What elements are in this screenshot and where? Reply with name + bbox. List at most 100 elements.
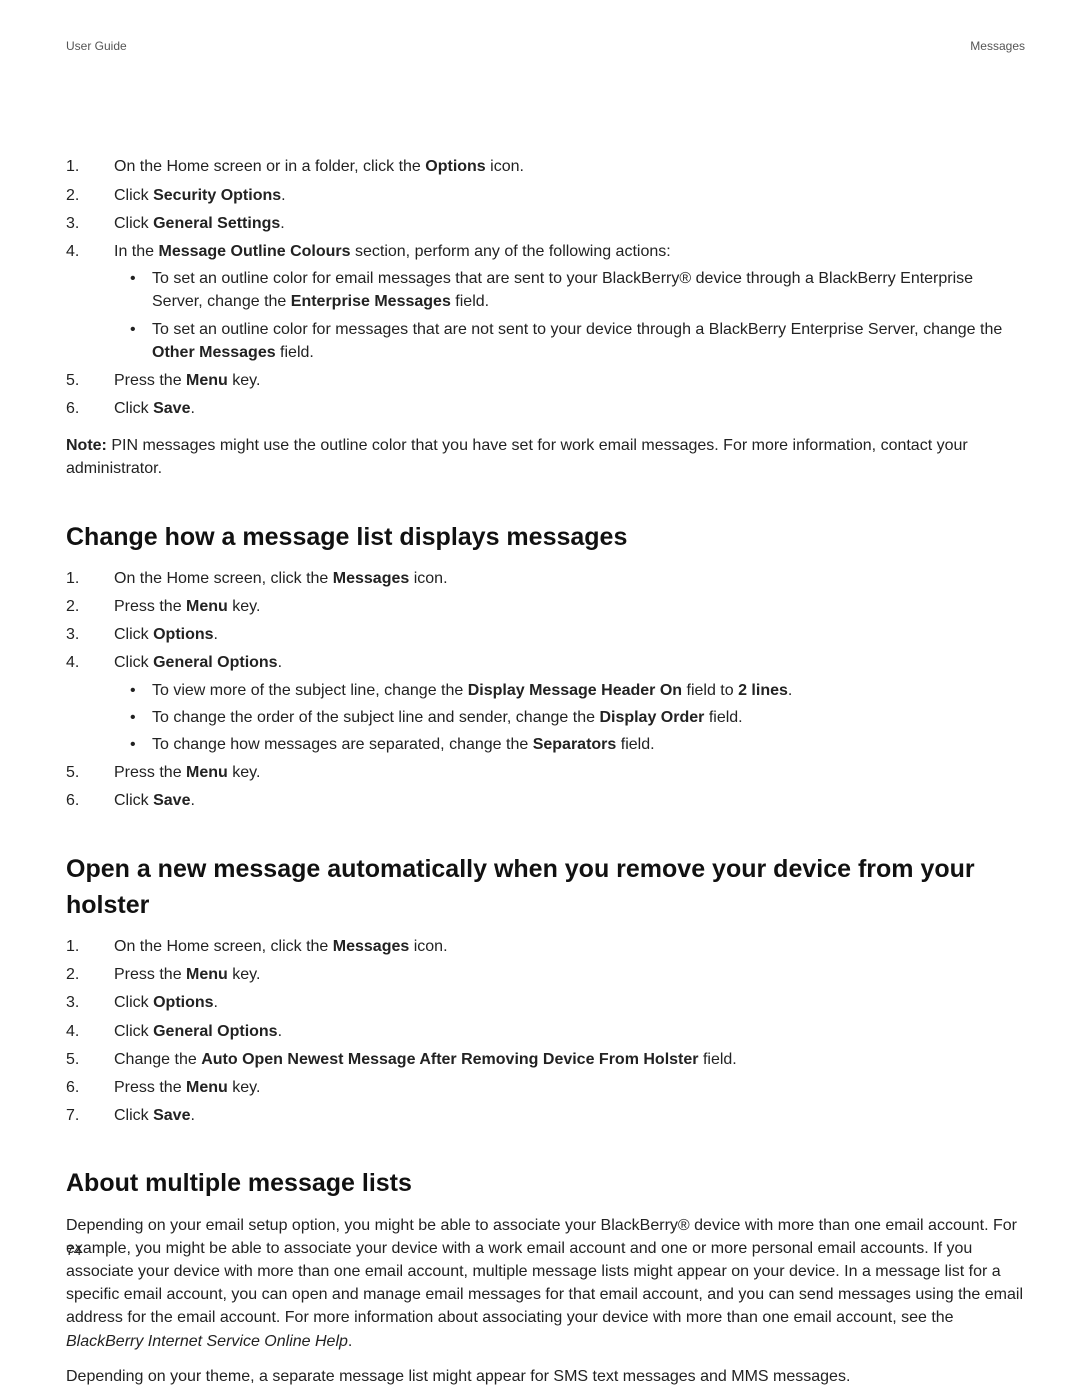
bold-text: Security Options xyxy=(153,187,281,204)
text: field. xyxy=(276,344,314,361)
text: To change how messages are separated, ch… xyxy=(152,736,533,753)
bold-text: Message Outline Colours xyxy=(158,243,350,260)
text: On the Home screen, click the xyxy=(114,570,333,587)
text: icon. xyxy=(486,158,524,175)
text: Depending on your email setup option, yo… xyxy=(66,1217,1023,1327)
list-item: To set an outline color for messages tha… xyxy=(124,318,1025,364)
bold-text: Options xyxy=(425,158,485,175)
paragraph: Depending on your theme, a separate mess… xyxy=(66,1365,1025,1388)
text: . xyxy=(278,654,282,671)
note-label: Note: xyxy=(66,437,107,454)
paragraph: Depending on your email setup option, yo… xyxy=(66,1214,1025,1353)
list-item: On the Home screen or in a folder, click… xyxy=(66,155,1025,178)
bold-text: Auto Open Newest Message After Removing … xyxy=(201,1051,698,1068)
list-item: Press the Menu key. xyxy=(66,963,1025,986)
list-item: To change the order of the subject line … xyxy=(124,706,1025,729)
list-item: Click Save. xyxy=(66,397,1025,420)
text: . xyxy=(214,994,218,1011)
text: Press the xyxy=(114,764,186,781)
section-heading: About multiple message lists xyxy=(66,1165,1025,1201)
text: icon. xyxy=(409,938,447,955)
page-header: User Guide Messages xyxy=(66,38,1025,55)
text: Click xyxy=(114,400,153,417)
text: On the Home screen or in a folder, click… xyxy=(114,158,425,175)
text: Click xyxy=(114,1107,153,1124)
text: field. xyxy=(616,736,654,753)
list-item: Press the Menu key. xyxy=(66,761,1025,784)
bold-text: Enterprise Messages xyxy=(291,293,451,310)
list-item: To view more of the subject line, change… xyxy=(124,679,1025,702)
text: Click xyxy=(114,654,153,671)
text: key. xyxy=(228,966,261,983)
text: . xyxy=(348,1333,352,1350)
bold-text: Options xyxy=(153,994,213,1011)
text: . xyxy=(788,682,792,699)
bold-text: Options xyxy=(153,626,213,643)
bold-text: Separators xyxy=(533,736,617,753)
text: Press the xyxy=(114,598,186,615)
text: Press the xyxy=(114,372,186,389)
steps-list: On the Home screen, click the Messages i… xyxy=(66,935,1025,1127)
text: Press the xyxy=(114,966,186,983)
text: Click xyxy=(114,626,153,643)
bold-text: 2 lines xyxy=(738,682,788,699)
text: key. xyxy=(228,764,261,781)
text: To change the order of the subject line … xyxy=(152,709,599,726)
note-body: PIN messages might use the outline color… xyxy=(66,437,968,477)
text: section, perform any of the following ac… xyxy=(351,243,671,260)
list-item: To change how messages are separated, ch… xyxy=(124,733,1025,756)
bold-text: Save xyxy=(153,1107,190,1124)
text: key. xyxy=(228,1079,261,1096)
text: Click xyxy=(114,215,153,232)
bold-text: Save xyxy=(153,400,190,417)
bold-text: General Options xyxy=(153,654,277,671)
bold-text: Display Order xyxy=(599,709,704,726)
text: field. xyxy=(699,1051,737,1068)
bold-text: Menu xyxy=(186,764,228,781)
note-paragraph: Note: PIN messages might use the outline… xyxy=(66,434,1025,480)
list-item: Click General Options. To view more of t… xyxy=(66,651,1025,756)
list-item: Click General Settings. xyxy=(66,212,1025,235)
text: Change the xyxy=(114,1051,201,1068)
list-item: In the Message Outline Colours section, … xyxy=(66,240,1025,364)
list-item: Click Security Options. xyxy=(66,184,1025,207)
text: . xyxy=(190,400,194,417)
text: key. xyxy=(228,372,261,389)
text: Press the xyxy=(114,1079,186,1096)
section-heading: Change how a message list displays messa… xyxy=(66,519,1025,555)
sub-list: To set an outline color for email messag… xyxy=(124,267,1025,364)
text: . xyxy=(214,626,218,643)
bold-text: Menu xyxy=(186,966,228,983)
text: . xyxy=(278,1023,282,1040)
text: icon. xyxy=(409,570,447,587)
text: To set an outline color for messages tha… xyxy=(152,321,1002,338)
bold-text: General Options xyxy=(153,1023,277,1040)
list-item: On the Home screen, click the Messages i… xyxy=(66,935,1025,958)
list-item: Click Options. xyxy=(66,991,1025,1014)
list-item: Click Save. xyxy=(66,1104,1025,1127)
text: To set an outline color for email messag… xyxy=(152,270,973,310)
list-item: On the Home screen, click the Messages i… xyxy=(66,567,1025,590)
list-item: Click Options. xyxy=(66,623,1025,646)
text: field. xyxy=(451,293,489,310)
text: . xyxy=(190,1107,194,1124)
text: Click xyxy=(114,792,153,809)
bold-text: Menu xyxy=(186,1079,228,1096)
steps-list: On the Home screen, click the Messages i… xyxy=(66,567,1025,813)
list-item: Press the Menu key. xyxy=(66,369,1025,392)
text: To view more of the subject line, change… xyxy=(152,682,468,699)
section-heading: Open a new message automatically when yo… xyxy=(66,851,1025,924)
text: field to xyxy=(682,682,738,699)
page-number: 74 xyxy=(66,1240,82,1260)
text: key. xyxy=(228,598,261,615)
list-item: Click General Options. xyxy=(66,1020,1025,1043)
text: . xyxy=(281,187,285,204)
text: . xyxy=(280,215,284,232)
list-item: Click Save. xyxy=(66,789,1025,812)
bold-text: Messages xyxy=(333,938,410,955)
italic-text: BlackBerry Internet Service Online Help xyxy=(66,1333,348,1350)
header-left: User Guide xyxy=(66,38,127,55)
bold-text: General Settings xyxy=(153,215,280,232)
list-item: To set an outline color for email messag… xyxy=(124,267,1025,313)
sub-list: To view more of the subject line, change… xyxy=(124,679,1025,757)
